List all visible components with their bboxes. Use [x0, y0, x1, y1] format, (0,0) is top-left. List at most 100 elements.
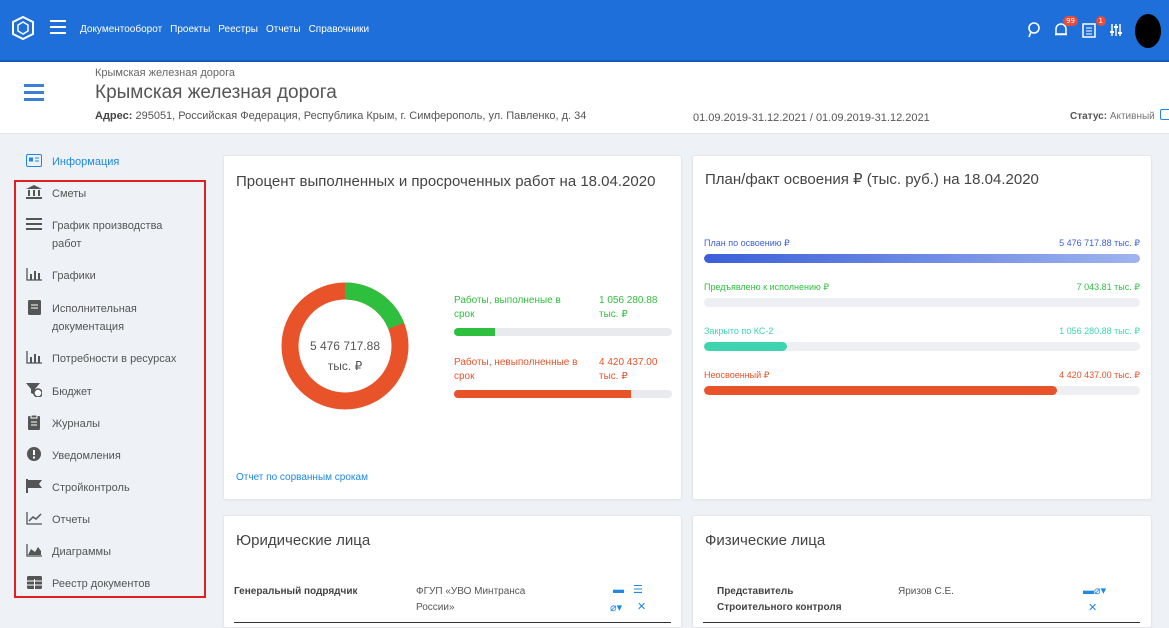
role-value: ФГУП «УВО Минтранса России» — [416, 586, 526, 613]
documents-icon[interactable]: 1 — [1081, 15, 1106, 41]
menu-icon[interactable] — [50, 20, 66, 36]
plan-fact-card: План/факт освоения ₽ (тыс. руб.) на 18.0… — [692, 155, 1152, 500]
area-chart-icon — [26, 543, 42, 557]
sidebar-item-diagrams[interactable]: Диаграммы — [26, 543, 111, 561]
project-subtitle: Крымская железная дорога — [95, 67, 235, 79]
row-divider — [703, 622, 1140, 623]
journal-icon — [26, 414, 42, 430]
row-label: Неосвоенный ₽ — [704, 370, 770, 380]
card-title: Процент выполненных и просроченных работ… — [236, 173, 656, 190]
list-icon — [26, 217, 42, 231]
list-icon[interactable]: ☰ — [633, 583, 643, 596]
card-icon[interactable]: ▬⌀▾ — [1083, 584, 1106, 597]
sidebar-item-label: Графики — [52, 270, 96, 282]
sidebar-item-label: Уведомления — [52, 450, 121, 462]
sidebar-item-label: Исполнительная документация — [52, 303, 137, 333]
legend-progress-bar — [454, 390, 672, 398]
sidebar-item-label: Информация — [52, 156, 120, 168]
bar-chart-icon — [26, 350, 42, 364]
legend-ontime: Работы, выполненые в срок 1 056 280.88 т… — [454, 294, 674, 336]
plan-fact-row: Закрыто по КС-2 1 056 280.88 тыс. ₽ — [704, 326, 1140, 351]
address-value: 295051, Российская Федерация, Республика… — [135, 110, 587, 122]
avatar[interactable] — [1135, 14, 1161, 48]
delete-icon[interactable]: ✕ — [637, 600, 646, 613]
legend-label: Работы, выполненые в срок — [454, 295, 561, 320]
nav-item-reports[interactable]: Отчеты — [266, 24, 301, 35]
progress-bar — [704, 254, 1140, 263]
sidebar-item-label: Реестр документов — [52, 578, 151, 590]
sidebar-item-production-schedule[interactable]: График производства работ — [26, 217, 186, 253]
row-value: 5 476 717.88 тыс. ₽ — [1059, 238, 1140, 248]
paperclip-icon[interactable]: ⌀▾ — [610, 601, 622, 614]
plan-fact-row: План по освоению ₽ 5 476 717.88 тыс. ₽ — [704, 238, 1140, 263]
sidebar-item-charts[interactable]: Графики — [26, 267, 96, 285]
legend-label: Работы, невыполненные в срок — [454, 357, 578, 382]
external-link-icon[interactable] — [1159, 109, 1169, 120]
logo-icon[interactable] — [12, 15, 34, 41]
alert-icon — [26, 447, 42, 461]
top-navbar: Документооборот Проекты Реестры Отчеты С… — [0, 0, 1169, 62]
delete-icon[interactable]: ✕ — [1088, 601, 1097, 614]
sidebar-item-budget[interactable]: Бюджет — [26, 383, 92, 401]
project-address: Адрес: 295051, Российская Федерация, Рес… — [95, 110, 586, 122]
donut-total-unit: тыс. ₽ — [327, 359, 363, 373]
nav-item-references[interactable]: Справочники — [309, 24, 370, 35]
budget-icon — [26, 383, 42, 397]
sidebar-item-label: Диаграммы — [52, 546, 111, 558]
row-divider — [234, 622, 671, 623]
status-value: Активный — [1109, 111, 1155, 122]
sidebar-item-reports[interactable]: Отчеты — [26, 511, 90, 529]
sidebar-item-notifications[interactable]: Уведомления — [26, 447, 121, 465]
individuals-card: Физические лица Представитель Строительн… — [692, 515, 1152, 628]
sidebar-item-label: Сметы — [52, 188, 87, 200]
sidebar-item-label: Потребности в ресурсах — [52, 353, 177, 365]
settings-sliders-icon[interactable] — [1109, 22, 1123, 41]
flag-icon — [26, 479, 42, 493]
role-label: Представитель Строительного контроля — [717, 586, 842, 613]
main-nav: Документооборот Проекты Реестры Отчеты С… — [80, 24, 369, 35]
status-label: Статус: — [1070, 111, 1108, 122]
nav-item-documents[interactable]: Документооборот — [80, 24, 162, 35]
sidebar-item-construction-control[interactable]: Стройконтроль — [26, 479, 130, 497]
row-label: Закрыто по КС-2 — [704, 326, 774, 336]
plan-fact-row: Неосвоенный ₽ 4 420 437.00 тыс. ₽ — [704, 370, 1140, 395]
row-label: План по освоению ₽ — [704, 238, 790, 248]
plan-fact-row: Предъявлено к исполнению ₽ 7 043.81 тыс. … — [704, 282, 1140, 307]
sidebar-item-estimates[interactable]: Сметы — [26, 185, 86, 203]
works-progress-card: Процент выполненных и просроченных работ… — [223, 155, 682, 500]
role-label: Генеральный подрядчик — [234, 586, 358, 597]
sidebar-item-label: Бюджет — [52, 386, 92, 398]
row-value: 1 056 280.88 тыс. ₽ — [1059, 326, 1140, 336]
sidebar-item-journals[interactable]: Журналы — [26, 414, 101, 433]
status-badge: Статус: Активный — [1070, 109, 1169, 122]
sidebar-item-resources[interactable]: Потребности в ресурсах — [26, 350, 176, 368]
overdue-report-link[interactable]: Отчет по сорванным срокам — [236, 472, 368, 483]
sidebar-item-doc-registry[interactable]: Реестр документов — [26, 575, 150, 593]
sidebar-item-exec-docs[interactable]: Исполнительная документация — [26, 299, 186, 336]
sidebar-item-info[interactable]: Информация — [26, 153, 119, 171]
search-icon[interactable] — [1027, 21, 1041, 41]
legend-overdue: Работы, невыполненные в срок 4 420 437.0… — [454, 356, 674, 398]
sidebar-item-label: График производства работ — [52, 220, 163, 250]
card-title: Юридические лица — [236, 532, 371, 549]
page-title: Крымская железная дорога — [95, 82, 337, 103]
card-icon[interactable]: ▬ — [613, 584, 624, 596]
document-icon — [26, 299, 42, 315]
donut-total: 5 476 717.88 тыс. ₽ — [284, 336, 406, 376]
table-icon — [26, 575, 42, 589]
nav-item-registries[interactable]: Реестры — [218, 24, 258, 35]
sidebar-item-label: Отчеты — [52, 514, 91, 526]
documents-badge: 1 — [1095, 15, 1106, 26]
card-title: План/факт освоения ₽ (тыс. руб.) на 18.0… — [705, 171, 1039, 188]
row-label: Предъявлено к исполнению ₽ — [704, 282, 829, 292]
role-value: Яризов С.Е. — [898, 586, 954, 597]
progress-fill — [704, 254, 1140, 263]
nav-item-projects[interactable]: Проекты — [170, 24, 210, 35]
progress-bar — [704, 386, 1140, 395]
hamburger-icon[interactable] — [24, 84, 44, 105]
sidebar-item-label: Журналы — [52, 418, 101, 430]
bell-icon[interactable]: 99 — [1053, 15, 1078, 41]
progress-fill — [704, 342, 787, 351]
card-title: Физические лица — [705, 532, 826, 549]
project-dates: 01.09.2019-31.12.2021 / 01.09.2019-31.12… — [693, 112, 930, 124]
